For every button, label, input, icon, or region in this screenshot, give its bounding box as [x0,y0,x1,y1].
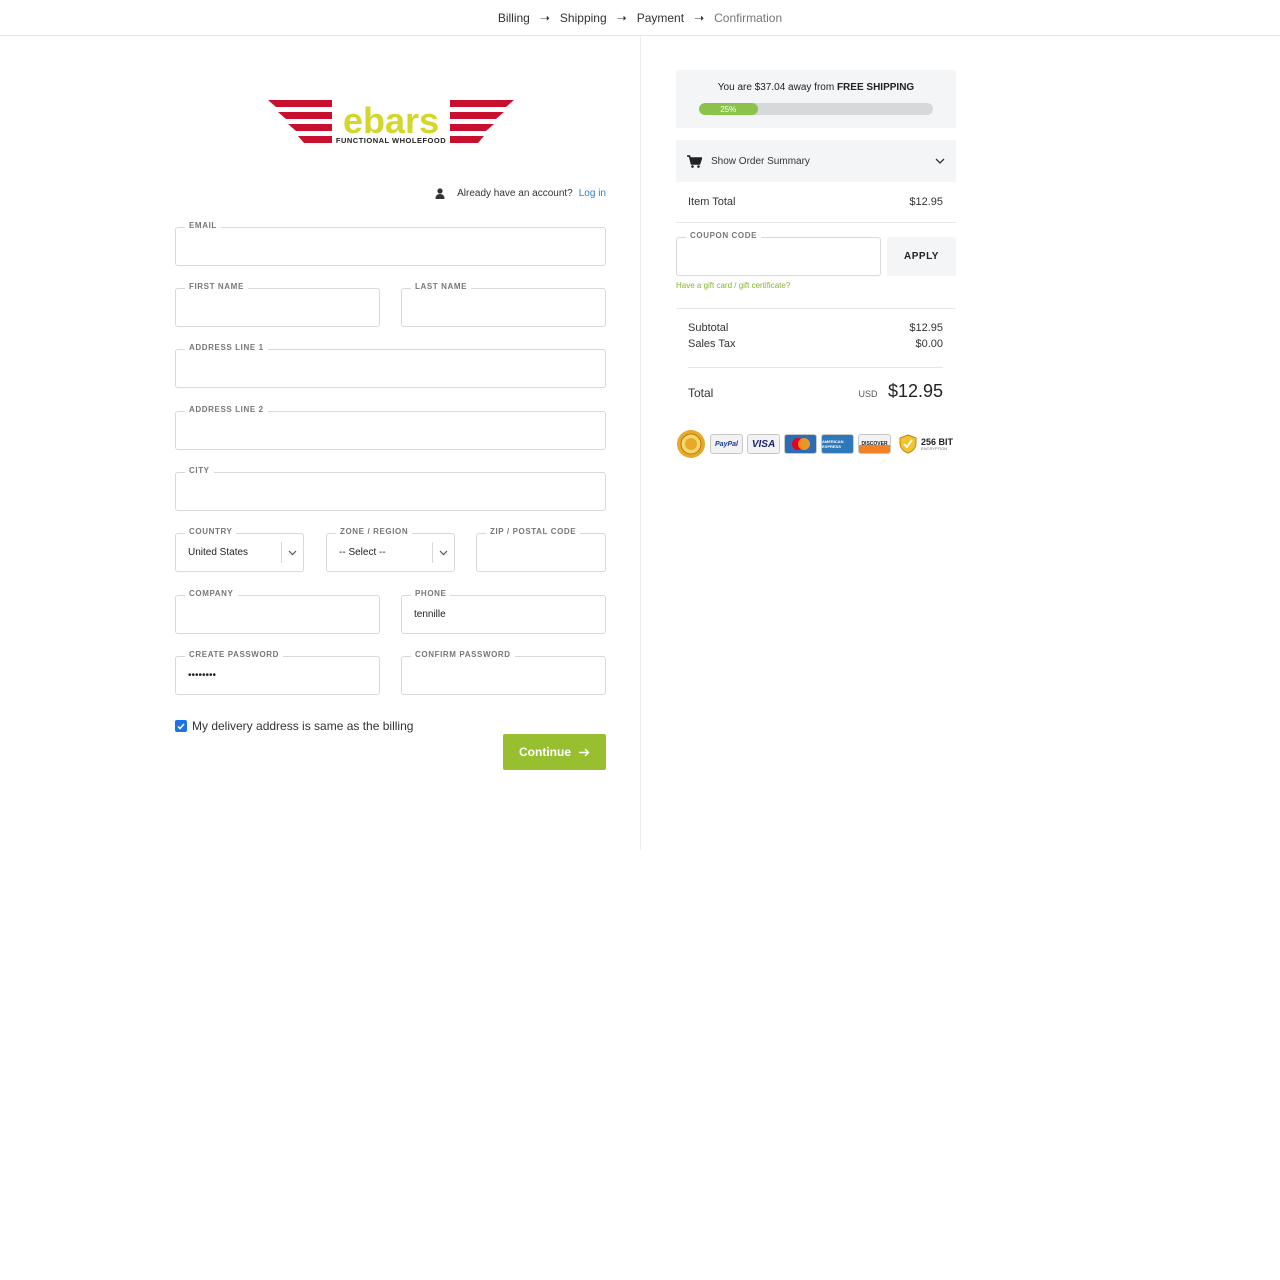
visa-badge: VISA [747,434,780,454]
subtotal-row: Subtotal $12.95 [688,322,943,334]
show-order-summary-label: Show Order Summary [711,155,810,167]
same-address-checkbox[interactable] [175,720,187,732]
address-line-2-field[interactable]: ADDRESS LINE 2 [175,405,606,450]
sales-tax-row: Sales Tax $0.00 [688,338,943,350]
checkmark-icon [177,723,185,730]
column-divider [640,36,641,850]
chevron-down-icon[interactable] [281,542,303,563]
breadcrumb-shipping[interactable]: Shipping [560,11,607,25]
zone-region-label: ZONE / REGION [336,527,413,536]
total-row: Total USD $12.95 [688,381,943,402]
coupon-code-label: COUPON CODE [686,231,762,240]
free-shipping-prefix: You are $37.04 away from [717,82,835,93]
progress-fill: 25% [699,103,758,115]
free-shipping-bold: FREE SHIPPING [836,82,915,93]
address-line-1-label: ADDRESS LINE 1 [185,343,268,352]
city-field[interactable]: CITY [175,466,606,511]
zone-region-select[interactable]: ZONE / REGION -- Select -- [326,527,455,572]
discover-badge: DISCOVER [858,434,891,454]
continue-label: Continue [519,745,571,759]
company-label: COMPANY [185,589,238,598]
amex-badge: AMERICAN EXPRESS [821,434,854,454]
encryption-sub: ENCRYPTION [921,445,948,451]
country-value: United States [188,547,249,558]
zone-region-value: -- Select -- [339,547,386,558]
mastercard-badge [784,434,817,454]
checkout-breadcrumb: Billing ➝ Shipping ➝ Payment ➝ Confirmat… [0,0,1280,36]
zip-code-label: ZIP / POSTAL CODE [486,527,581,536]
subtotal-value: $12.95 [909,322,943,334]
cart-icon [687,154,702,168]
coupon-code-field[interactable]: COUPON CODE [676,231,881,276]
phone-field[interactable]: PHONE tennille [401,589,606,634]
gift-card-link[interactable]: Have a gift card / gift certificate? [676,281,790,290]
paypal-badge: PayPal [710,434,743,454]
divider [676,222,956,223]
email-field[interactable]: EMAIL [175,221,606,266]
first-name-field[interactable]: FIRST NAME [175,282,380,327]
email-label: EMAIL [185,221,221,230]
arrow-right-icon: ➝ [616,10,627,25]
breadcrumb-payment[interactable]: Payment [637,11,684,25]
logo-tagline: FUNCTIONAL WHOLEFOOD [336,136,446,145]
create-password-value: •••••••• [188,670,217,681]
create-password-label: CREATE PASSWORD [185,650,284,659]
same-address-label: My delivery address is same as the billi… [192,719,414,733]
user-icon [435,188,445,199]
sales-tax-label: Sales Tax [688,338,736,350]
chevron-down-icon[interactable] [935,158,945,164]
country-label: COUNTRY [185,527,237,536]
payment-trust-badges: PayPal VISA AMERICAN EXPRESS DISCOVER 25… [676,429,956,459]
free-shipping-message: You are $37.04 away from FREE SHIPPING [676,82,956,93]
account-prompt: Already have an account? Log in [435,188,606,199]
continue-button[interactable]: Continue [503,734,606,770]
country-select[interactable]: COUNTRY United States [175,527,304,572]
shield-icon [899,434,917,454]
item-total-row: Item Total $12.95 [688,196,943,208]
guarantee-seal-icon [677,430,705,458]
arrow-right-icon: ➝ [539,10,550,25]
apply-coupon-button[interactable]: APPLY [887,237,956,276]
mastercard-icon [791,438,810,450]
show-order-summary-toggle[interactable]: Show Order Summary [676,140,956,182]
company-field[interactable]: COMPANY [175,589,380,634]
breadcrumb-confirmation[interactable]: Confirmation [714,11,782,25]
breadcrumb-billing[interactable]: Billing [498,11,530,25]
phone-label: PHONE [411,589,451,598]
logo-word: ebars [343,100,439,141]
address-line-2-label: ADDRESS LINE 2 [185,405,268,414]
free-shipping-banner: You are $37.04 away from FREE SHIPPING 2… [676,70,956,128]
free-shipping-progress: 25% [699,103,933,115]
account-prompt-text: Already have an account? [457,188,573,199]
arrow-right-icon [579,748,590,756]
total-label: Total [688,386,714,400]
divider [676,308,956,309]
first-name-label: FIRST NAME [185,282,248,291]
encryption-badge: 256 BIT ENCRYPTION [921,437,953,451]
city-label: CITY [185,466,214,475]
last-name-label: LAST NAME [411,282,472,291]
item-total-label: Item Total [688,196,736,208]
total-value: $12.95 [887,381,943,401]
create-password-field[interactable]: CREATE PASSWORD •••••••• [175,650,380,695]
same-address-option[interactable]: My delivery address is same as the billi… [175,719,413,733]
confirm-password-field[interactable]: CONFIRM PASSWORD [401,650,606,695]
subtotal-label: Subtotal [688,322,729,334]
ebars-logo: ebars FUNCTIONAL WHOLEFOOD [268,100,514,145]
chevron-down-icon[interactable] [432,542,454,563]
currency-code: USD [858,389,878,399]
zip-code-field[interactable]: ZIP / POSTAL CODE [476,527,606,572]
arrow-right-icon: ➝ [694,10,705,25]
confirm-password-label: CONFIRM PASSWORD [411,650,515,659]
login-link[interactable]: Log in [579,188,606,199]
phone-value: tennille [414,609,446,620]
last-name-field[interactable]: LAST NAME [401,282,606,327]
progress-label: 25% [720,104,737,114]
item-total-value: $12.95 [909,196,943,208]
sales-tax-value: $0.00 [915,338,943,350]
divider [688,367,943,368]
address-line-1-field[interactable]: ADDRESS LINE 1 [175,343,606,388]
